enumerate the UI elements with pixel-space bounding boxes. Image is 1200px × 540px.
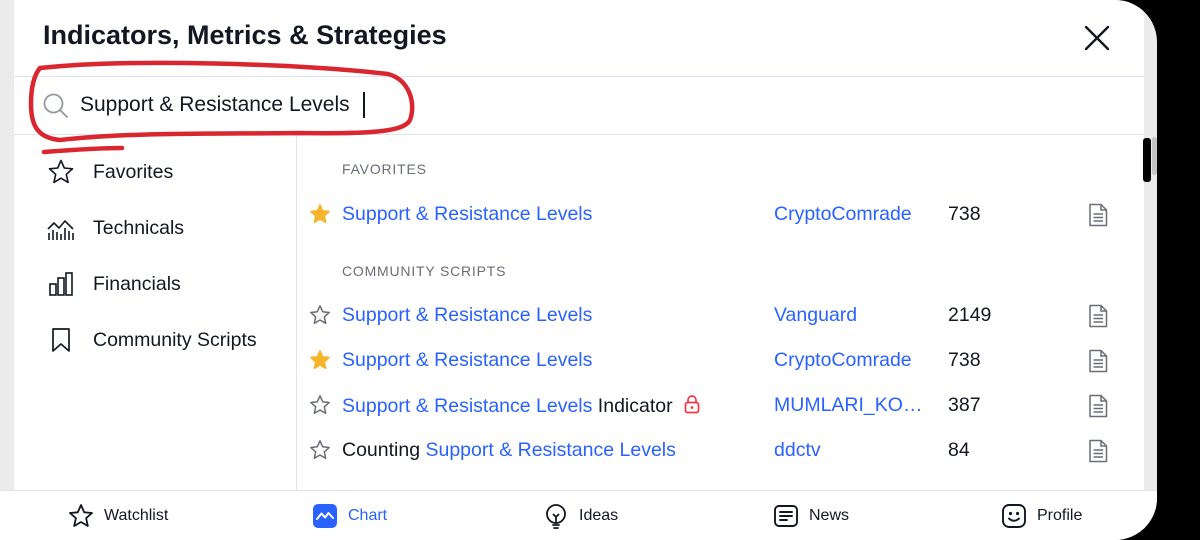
script-name[interactable]: Support & Resistance Levels <box>342 349 592 372</box>
nav-watchlist[interactable]: Watchlist <box>68 491 168 540</box>
document-icon[interactable] <box>1087 349 1109 373</box>
star-outline-icon[interactable] <box>309 394 331 416</box>
section-header-favorites: FAVORITES <box>342 161 427 177</box>
bar-chart-icon <box>46 269 76 299</box>
script-name[interactable]: Counting Support & Resistance Levels <box>342 439 676 462</box>
script-row[interactable]: Counting Support & Resistance Levels ddct… <box>297 430 1137 470</box>
document-icon[interactable] <box>1087 394 1109 418</box>
script-author-link[interactable]: CryptoComrade <box>774 203 912 226</box>
search-bar <box>14 77 1144 134</box>
nav-chart[interactable]: Chart <box>312 491 387 540</box>
sidebar-item-favorites[interactable]: Favorites <box>46 152 286 192</box>
bookmark-icon <box>46 325 76 355</box>
script-author-link[interactable]: MUMLARI_KO… <box>774 394 922 417</box>
script-likes-count: 738 <box>948 203 981 225</box>
script-name-match: Support & Resistance Levels <box>342 395 593 417</box>
technicals-icon <box>46 213 76 243</box>
indicators-dialog: Indicators, Metrics & Strategies Favorit… <box>14 0 1157 490</box>
nav-ideas[interactable]: Ideas <box>543 491 618 540</box>
close-icon[interactable] <box>1082 23 1112 53</box>
script-likes-count: 387 <box>948 394 981 416</box>
sidebar-item-label: Technicals <box>93 216 185 239</box>
script-name-suffix: Indicator <box>592 395 673 417</box>
script-name[interactable]: Support & Resistance Levels <box>342 203 592 226</box>
news-icon <box>774 505 798 527</box>
script-likes-count: 738 <box>948 349 981 371</box>
script-row[interactable]: Support & Resistance Levels CryptoComrade… <box>297 194 1137 234</box>
sidebar-item-label: Financials <box>93 272 181 295</box>
nav-label: News <box>809 507 850 524</box>
scrollbar-thumb[interactable] <box>1152 137 1157 175</box>
search-input[interactable] <box>80 89 580 121</box>
star-filled-icon[interactable] <box>309 203 331 225</box>
document-icon[interactable] <box>1087 304 1109 328</box>
star-outline-icon[interactable] <box>309 304 331 326</box>
script-name-match: Support & Resistance Levels <box>342 203 593 225</box>
smiley-icon <box>1002 504 1026 528</box>
chart-icon <box>313 504 337 528</box>
sidebar-item-label: Community Scripts <box>93 328 257 351</box>
script-likes-count: 2149 <box>948 304 992 326</box>
script-author-link[interactable]: Vanguard <box>774 304 857 327</box>
bottom-nav: Watchlist Chart Ideas News Profile <box>0 490 1157 540</box>
script-author-link[interactable]: CryptoComrade <box>774 349 912 372</box>
script-row[interactable]: Support & Resistance Levels CryptoComrade… <box>297 340 1137 380</box>
star-outline-icon[interactable] <box>309 439 331 461</box>
search-icon <box>43 93 68 118</box>
sidebar-item-community-scripts[interactable]: Community Scripts <box>46 320 286 360</box>
star-filled-icon[interactable] <box>309 349 331 371</box>
document-icon[interactable] <box>1087 203 1109 227</box>
script-name-match: Support & Resistance Levels <box>425 439 676 461</box>
script-name-match: Support & Resistance Levels <box>342 349 593 371</box>
results-list: FAVORITES Support & Resistance Levels Cry… <box>297 135 1144 490</box>
section-header-community-scripts: COMMUNITY SCRIPTS <box>342 263 507 279</box>
star-outline-icon <box>46 157 76 187</box>
sidebar-item-financials[interactable]: Financials <box>46 264 286 304</box>
script-name[interactable]: Support & Resistance Levels <box>342 304 592 327</box>
script-author-link[interactable]: ddctv <box>774 439 821 462</box>
script-name[interactable]: Support & Resistance Levels Indicator <box>342 394 701 418</box>
nav-label: Chart <box>348 507 388 524</box>
lock-icon <box>684 395 699 414</box>
script-row[interactable]: Support & Resistance Levels Vanguard 2149 <box>297 295 1137 335</box>
sidebar-item-technicals[interactable]: Technicals <box>46 208 286 248</box>
app-screen: Indicators, Metrics & Strategies Favorit… <box>0 0 1157 540</box>
text-caret <box>363 92 365 118</box>
scroll-indicator <box>1143 138 1151 182</box>
script-name-match: Support & Resistance Levels <box>342 304 593 326</box>
nav-label: Profile <box>1037 507 1083 524</box>
dialog-title: Indicators, Metrics & Strategies <box>43 20 447 50</box>
lightbulb-icon <box>546 504 566 529</box>
sidebar-item-label: Favorites <box>93 160 174 183</box>
star-outline-icon <box>69 504 93 527</box>
nav-label: Ideas <box>579 507 619 524</box>
document-icon[interactable] <box>1087 439 1109 463</box>
script-name-prefix: Counting <box>342 439 426 461</box>
nav-label: Watchlist <box>104 507 169 524</box>
script-row[interactable]: Support & Resistance Levels Indicator MUM… <box>297 385 1137 425</box>
sidebar: Favorites Technicals Financials Communit… <box>14 135 296 490</box>
nav-news[interactable]: News <box>773 491 849 540</box>
nav-profile[interactable]: Profile <box>1001 491 1082 540</box>
script-likes-count: 84 <box>948 439 970 461</box>
